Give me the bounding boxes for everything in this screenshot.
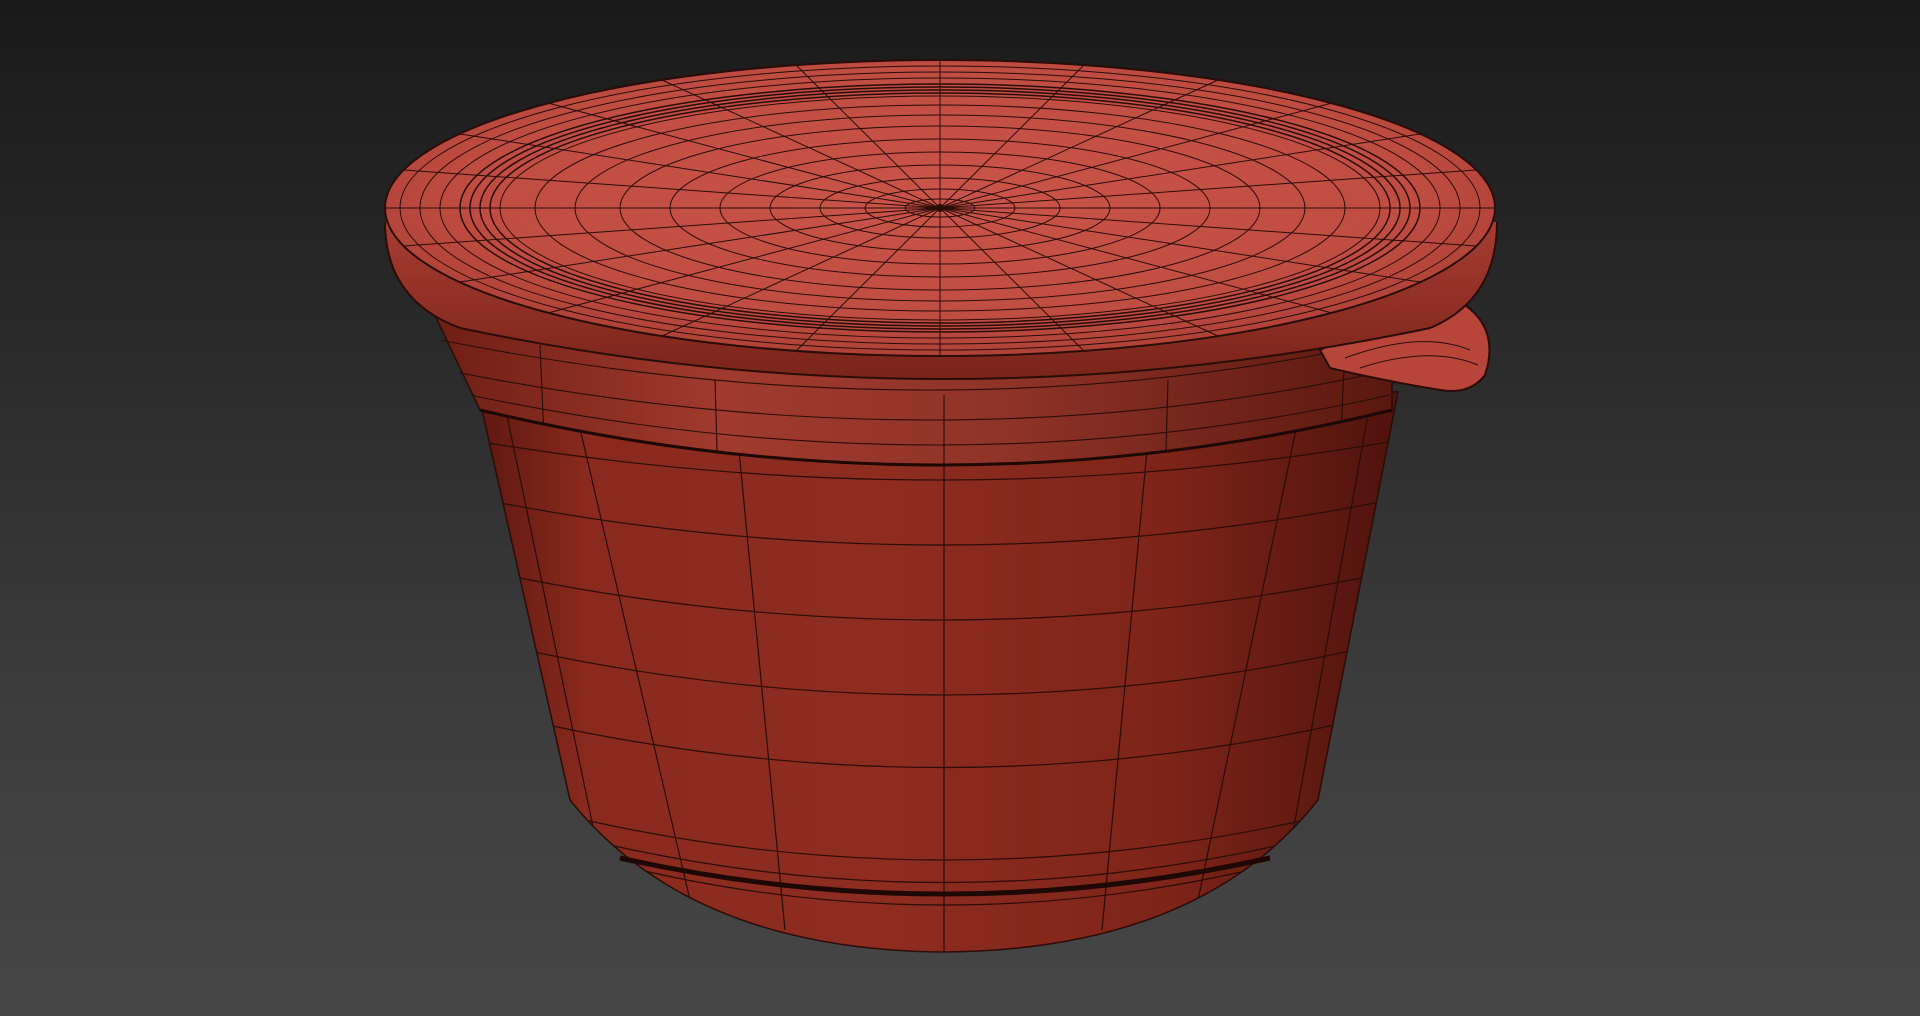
lid-top[interactable] <box>384 59 1496 357</box>
3d-viewport[interactable] <box>0 0 1920 1016</box>
lid-center-vertex <box>936 204 944 212</box>
container-body[interactable] <box>470 391 1400 953</box>
scene-canvas[interactable] <box>0 0 1920 1016</box>
